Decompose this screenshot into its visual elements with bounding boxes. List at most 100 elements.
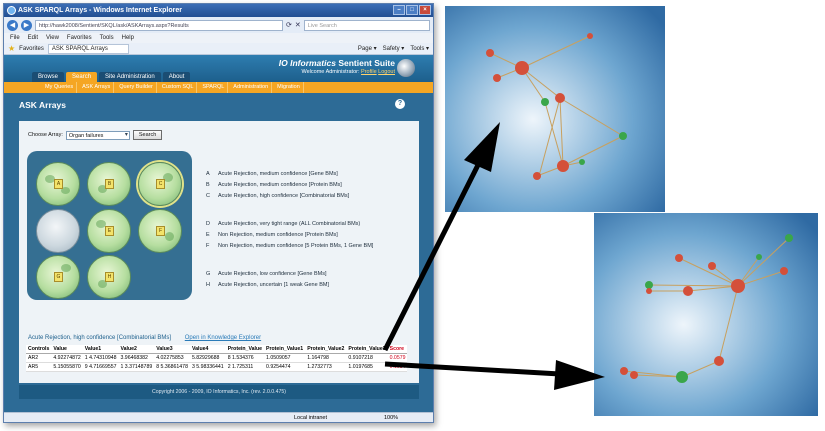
profile-link[interactable]: Profile <box>361 69 377 75</box>
subnav-sparql[interactable]: SPARQL <box>199 82 229 93</box>
array-well-b[interactable]: B <box>87 162 131 206</box>
close-button[interactable]: × <box>419 5 431 15</box>
menu-file[interactable]: File <box>10 33 20 43</box>
menu-favorites[interactable]: Favorites <box>67 33 92 43</box>
legend-item[interactable]: C Acute Rejection, high confidence [Combi… <box>206 193 349 199</box>
legend-item[interactable]: E Non Rejection, medium confidence [Prote… <box>206 232 338 238</box>
array-well-a[interactable]: A <box>36 162 80 206</box>
tab-site-administration[interactable]: Site Administration <box>99 72 161 82</box>
search-button[interactable]: Search <box>132 130 163 140</box>
table-row[interactable]: AR2 4.92274872 1 4.74310948 3.96468382 4… <box>26 353 408 363</box>
safety-menu[interactable]: Safety ▾ <box>383 43 405 55</box>
array-well-d[interactable] <box>36 209 80 253</box>
network-node[interactable] <box>493 74 501 82</box>
column-header[interactable]: Value2 <box>118 345 155 354</box>
network-node[interactable] <box>646 288 652 294</box>
array-well-h[interactable]: H <box>87 255 131 299</box>
help-icon[interactable]: ? <box>395 99 405 109</box>
zoom-level[interactable]: 100% <box>384 413 398 422</box>
network-node[interactable] <box>541 98 549 106</box>
network-node[interactable] <box>785 234 793 242</box>
network-node[interactable] <box>486 49 494 57</box>
column-header[interactable]: Value3 <box>154 345 190 354</box>
ie-logo-icon <box>7 6 16 15</box>
network-node[interactable] <box>579 159 585 165</box>
column-header[interactable]: Score <box>387 345 408 354</box>
network-node[interactable] <box>619 132 627 140</box>
column-header[interactable]: Controls <box>26 345 52 354</box>
menu-edit[interactable]: Edit <box>28 33 38 43</box>
tools-menu[interactable]: Tools ▾ <box>410 43 429 55</box>
url-field[interactable]: http://hawk2008/Sentient/SKQL/ask/ASKArr… <box>35 19 283 31</box>
subnav-query-builder[interactable]: Query Builder <box>116 82 157 93</box>
array-well-e[interactable]: E <box>87 209 131 253</box>
subnav-custom-sql[interactable]: Custom SQL <box>159 82 198 93</box>
column-header[interactable]: Value1 <box>82 345 119 354</box>
network-node[interactable] <box>756 254 762 260</box>
network-node[interactable] <box>620 367 628 375</box>
network-node[interactable] <box>645 281 653 289</box>
network-node[interactable] <box>557 160 569 172</box>
well-blob <box>165 232 174 241</box>
browser-window: ASK SPARQL Arrays - Windows Internet Exp… <box>3 3 434 423</box>
network-node[interactable] <box>780 267 788 275</box>
legend-item[interactable]: D Acute Rejection, very tight range (ALL … <box>206 221 360 227</box>
maximize-button[interactable]: □ <box>406 5 418 15</box>
table-row[interactable]: AR5 5.15055870 9 4.71669557 1 3.37148789… <box>26 362 408 372</box>
table-cell: 9 4.71669557 <box>82 362 119 372</box>
column-header[interactable]: Value4 <box>189 345 226 354</box>
page-footer: Copyright 2006 - 2009, IO Informatics, I… <box>19 385 419 399</box>
tab-search[interactable]: Search <box>66 72 98 82</box>
column-header[interactable]: Protein_Value <box>225 345 264 354</box>
sub-navigation: My Queries ASK Arrays Query Builder Cust… <box>4 82 433 93</box>
page-menu[interactable]: Page ▾ <box>358 43 377 55</box>
legend-item[interactable]: G Acute Rejection, low confidence [Gene B… <box>206 271 327 277</box>
array-well-c[interactable]: C <box>138 162 182 206</box>
browser-tab[interactable]: ASK SPARQL Arrays <box>47 43 129 54</box>
menu-view[interactable]: View <box>46 33 59 43</box>
refresh-icon[interactable]: ⟳ <box>286 21 292 29</box>
star-icon[interactable]: ★ <box>8 43 15 55</box>
menu-tools[interactable]: Tools <box>100 33 114 43</box>
forward-button[interactable]: ▶ <box>21 19 32 31</box>
open-knowledge-explorer-link[interactable]: Open in Knowledge Explorer <box>185 335 261 341</box>
column-header[interactable]: Protein_Value3 <box>346 345 388 354</box>
subnav-migration[interactable]: Migration <box>274 82 304 93</box>
column-header[interactable]: Protein_Value1 <box>264 345 306 354</box>
network-node[interactable] <box>587 33 593 39</box>
array-well-f[interactable]: F <box>138 209 182 253</box>
tab-about[interactable]: About <box>162 72 191 82</box>
network-node[interactable] <box>533 172 541 180</box>
tab-browse[interactable]: Browse <box>32 72 65 82</box>
legend-item[interactable]: A Acute Rejection, medium confidence [Gen… <box>206 171 338 177</box>
network-node[interactable] <box>630 371 638 379</box>
network-node[interactable] <box>675 254 683 262</box>
column-header[interactable]: Value <box>51 345 83 354</box>
network-node[interactable] <box>683 286 693 296</box>
search-input[interactable]: Live Search <box>303 19 430 31</box>
legend-letter: F <box>206 243 210 249</box>
array-well-g[interactable]: G <box>36 255 80 299</box>
legend-item[interactable]: F Non Rejection, medium confidence [5 Pro… <box>206 243 373 249</box>
network-node[interactable] <box>676 371 688 383</box>
favorites-button[interactable]: Favorites <box>19 43 44 55</box>
back-button[interactable]: ◀ <box>7 19 18 31</box>
table-cell: 1.2732773 <box>305 362 347 372</box>
menu-help[interactable]: Help <box>122 33 134 43</box>
subnav-ask-arrays[interactable]: ASK Arrays <box>79 82 115 93</box>
logout-link[interactable]: Logout <box>378 69 395 75</box>
network-node[interactable] <box>731 279 745 293</box>
array-select[interactable]: Organ failures <box>65 130 130 140</box>
legend-item[interactable]: B Acute Rejection, medium confidence [Pro… <box>206 182 342 188</box>
subnav-administration[interactable]: Administration <box>230 82 273 93</box>
legend-text: Acute Rejection, medium confidence [Prot… <box>218 182 342 188</box>
legend-item[interactable]: H Acute Rejection, uncertain [1 weak Gene… <box>206 282 329 288</box>
stop-icon[interactable]: ✕ <box>295 21 301 29</box>
network-node[interactable] <box>708 262 716 270</box>
column-header[interactable]: Protein_Value2 <box>305 345 347 354</box>
network-node[interactable] <box>515 61 529 75</box>
network-node[interactable] <box>555 93 565 103</box>
network-node[interactable] <box>714 356 724 366</box>
subnav-my-queries[interactable]: My Queries <box>42 82 78 93</box>
minimize-button[interactable]: – <box>393 5 405 15</box>
